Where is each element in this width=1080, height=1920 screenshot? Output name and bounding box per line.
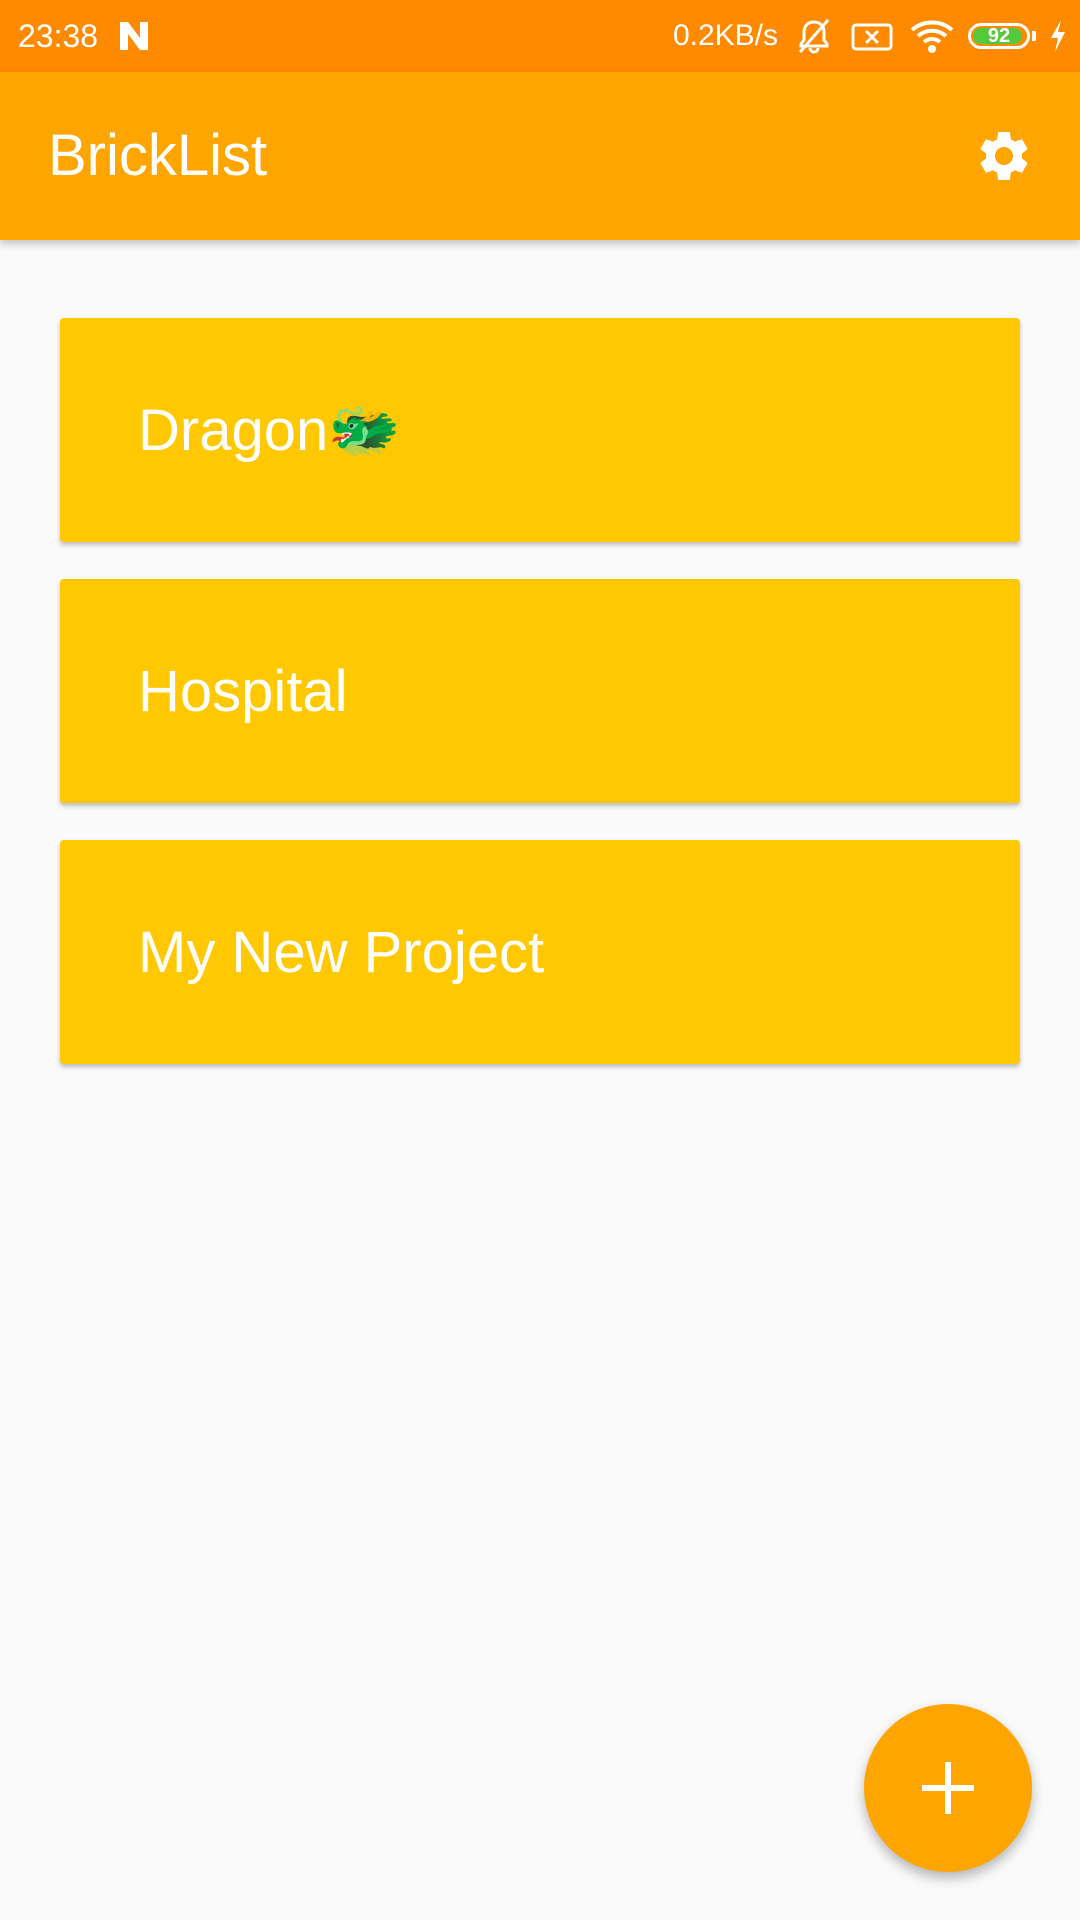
battery-icon: 92 bbox=[968, 23, 1030, 49]
project-list: Dragon🐲 Hospital My New Project bbox=[60, 318, 1020, 1101]
project-name: Hospital bbox=[138, 659, 348, 724]
add-project-button[interactable] bbox=[864, 1704, 1032, 1872]
app-title: BrickList bbox=[48, 123, 268, 188]
gear-icon bbox=[980, 132, 1028, 180]
project-card[interactable]: Dragon🐲 bbox=[60, 318, 1020, 542]
status-time: 23:38 bbox=[18, 18, 99, 54]
plus-icon bbox=[922, 1762, 974, 1814]
settings-button[interactable] bbox=[964, 116, 1044, 196]
n-notification-icon bbox=[120, 22, 148, 50]
project-name: My New Project bbox=[138, 920, 545, 985]
project-card[interactable]: Hospital bbox=[60, 579, 1020, 803]
bell-muted-icon bbox=[798, 19, 830, 54]
app-bar: BrickList bbox=[0, 72, 1080, 240]
status-indicators: 0.2KB/s 92 bbox=[673, 12, 1070, 60]
network-speed: 0.2KB/s bbox=[672, 19, 778, 52]
wifi-icon bbox=[910, 20, 954, 53]
project-card[interactable]: My New Project bbox=[60, 840, 1020, 1064]
sim-x-icon bbox=[851, 23, 893, 51]
project-name: Dragon🐲 bbox=[138, 398, 401, 463]
charging-bolt-icon bbox=[1051, 20, 1065, 52]
battery-nub bbox=[1032, 31, 1036, 41]
battery-level: 92 bbox=[987, 25, 1011, 47]
status-bar: 23:38 0.2KB/s 92 bbox=[0, 0, 1080, 72]
